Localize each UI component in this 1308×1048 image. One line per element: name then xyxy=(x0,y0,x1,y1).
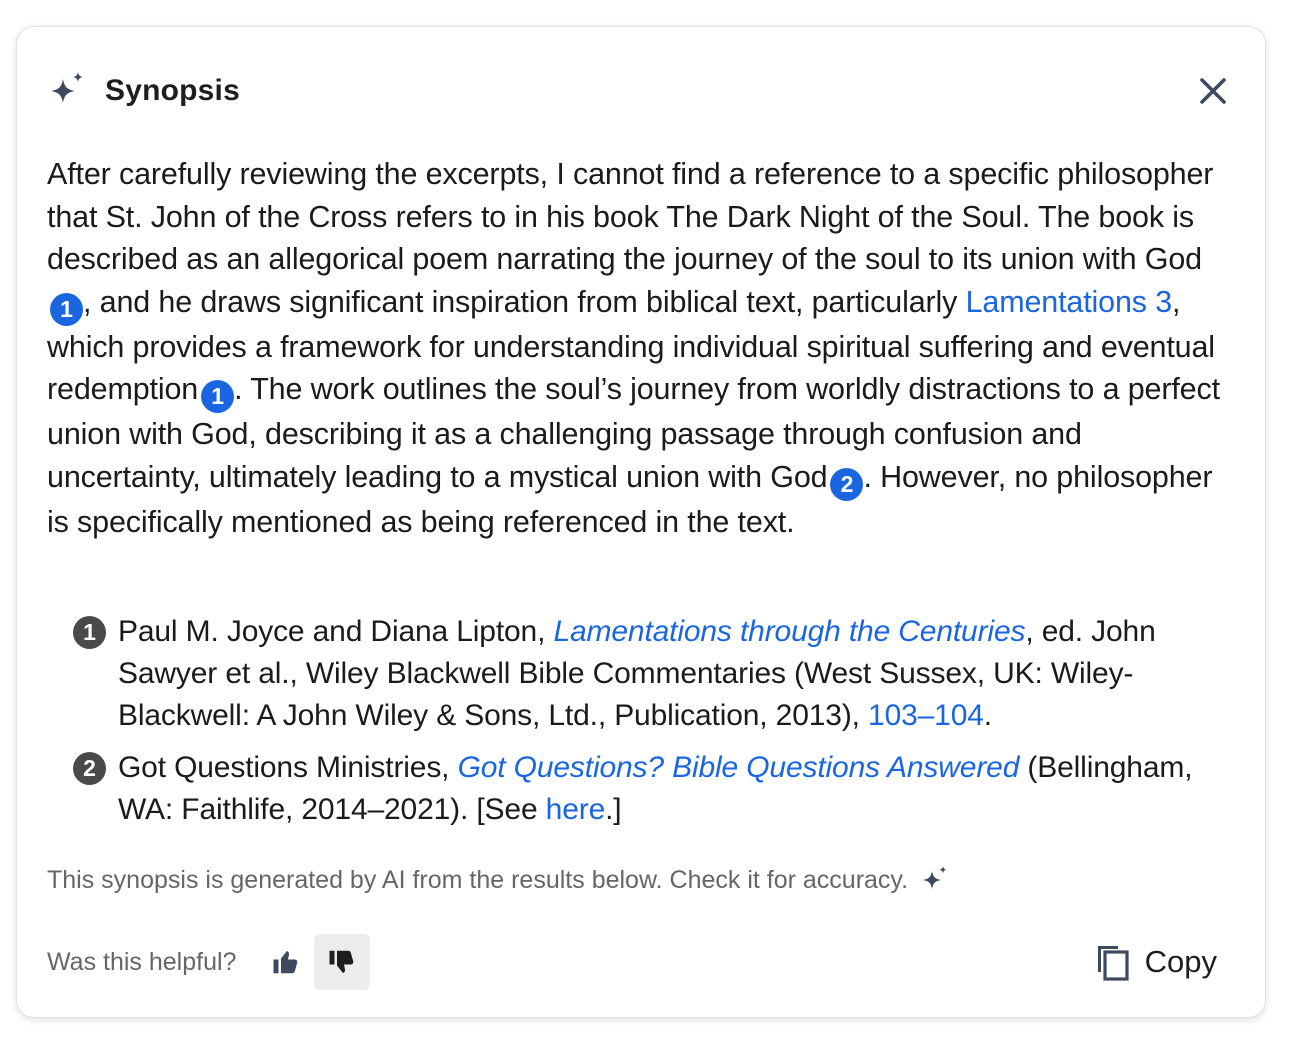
synopsis-card: Synopsis After carefully reviewing the e… xyxy=(16,26,1266,1018)
reference-punct: . xyxy=(983,699,992,732)
helpful-question: Was this helpful? xyxy=(47,947,237,976)
reference-text: Paul M. Joyce and Diana Lipton, Lamentat… xyxy=(118,611,1223,737)
ai-disclaimer: This synopsis is generated by AI from th… xyxy=(47,865,950,895)
citation-badge[interactable]: 2 xyxy=(830,467,864,501)
reference-title-link[interactable]: Got Questions? Bible Questions Answered xyxy=(458,751,1020,784)
reference-number: 2 xyxy=(73,752,106,785)
synopsis-text: , and he draws significant inspiration f… xyxy=(83,284,966,319)
reference-number: 1 xyxy=(73,616,106,649)
thumbs-up-icon xyxy=(273,951,298,974)
reference-list: 1 Paul M. Joyce and Diana Lipton, Lament… xyxy=(73,611,1223,841)
reference-here-link[interactable]: here xyxy=(546,793,606,826)
thumbs-up-button[interactable] xyxy=(258,934,314,990)
synopsis-text: After carefully reviewing the excerpts, … xyxy=(47,157,1214,276)
reference-page-link[interactable]: 103–104 xyxy=(868,699,984,732)
sparkle-icon xyxy=(51,72,83,103)
synopsis-body: After carefully reviewing the excerpts, … xyxy=(47,153,1237,543)
thumbs-down-icon xyxy=(329,950,354,973)
synopsis-title: Synopsis xyxy=(105,74,240,107)
sparkle-icon xyxy=(923,866,947,889)
copy-button[interactable]: Copy xyxy=(1095,933,1217,991)
citation-badge[interactable]: 1 xyxy=(50,292,83,326)
copy-icon xyxy=(1097,946,1129,981)
reference-text: Got Questions Ministries, Got Questions?… xyxy=(118,747,1223,831)
reference-item: 1 Paul M. Joyce and Diana Lipton, Lament… xyxy=(73,611,1223,737)
lamentations-link[interactable]: Lamentations 3 xyxy=(966,285,1173,319)
reference-item: 2 Got Questions Ministries, Got Question… xyxy=(73,747,1223,831)
reference-author: Paul M. Joyce and Diana Lipton, xyxy=(118,615,554,648)
copy-label: Copy xyxy=(1144,944,1217,979)
citation-badge[interactable]: 1 xyxy=(201,380,235,413)
close-icon[interactable] xyxy=(1195,73,1231,109)
feedback-row: Was this helpful? xyxy=(47,933,371,991)
reference-author: Got Questions Ministries, xyxy=(118,751,458,784)
disclaimer-text: This synopsis is generated by AI from th… xyxy=(47,865,909,894)
thumbs-down-button[interactable] xyxy=(314,934,371,990)
synopsis-header: Synopsis xyxy=(47,71,240,111)
reference-title-link[interactable]: Lamentations through the Centuries xyxy=(553,615,1025,648)
reference-punct: .] xyxy=(605,793,622,826)
